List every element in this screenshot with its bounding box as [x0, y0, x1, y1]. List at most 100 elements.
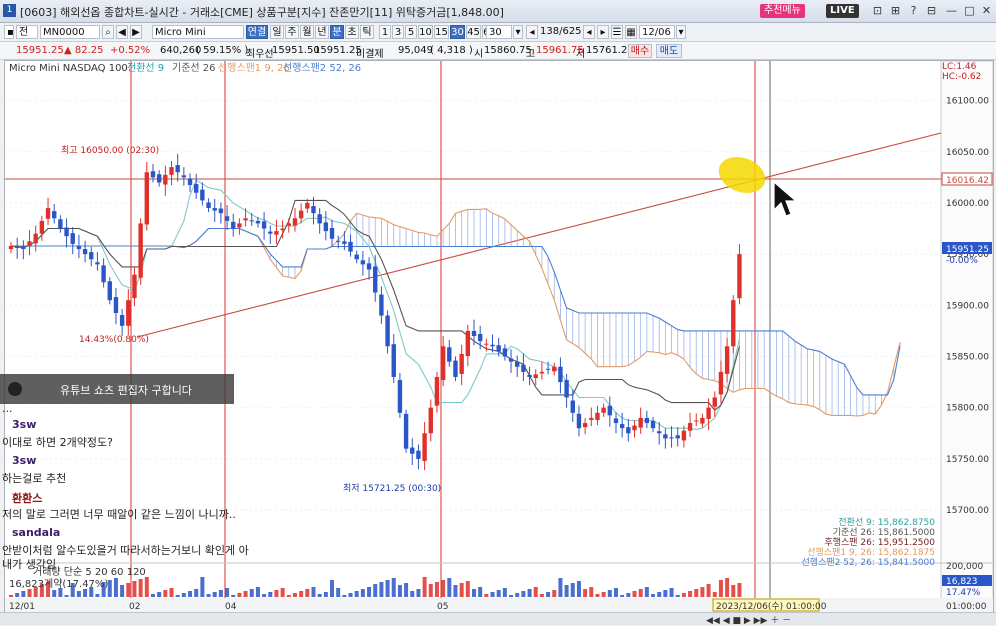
- candle-body: [657, 431, 662, 434]
- toolbar: ▪ 전 MN0000 ⌕ ◀ ▶ Micro Mini NASDAQ 10 연결…: [0, 23, 996, 42]
- calendar-icon[interactable]: ▦: [625, 25, 637, 39]
- candle-body: [58, 219, 63, 229]
- volume-bar: [706, 584, 711, 597]
- recommend-menu-button[interactable]: 추천메뉴: [760, 4, 805, 18]
- scroll-controls-icon[interactable]: ◀◀ ◀ ■ ▶ ▶▶ ＋ －: [706, 613, 791, 626]
- legend-span1: 선행스팬1 9, 26: [218, 62, 290, 74]
- fast-prev-icon[interactable]: ◂: [526, 25, 538, 39]
- close-icon[interactable]: ✕: [979, 3, 994, 18]
- volume-bar: [576, 581, 581, 597]
- page-next-icon[interactable]: ▸: [597, 25, 609, 39]
- volume-bar: [632, 591, 637, 597]
- candle-body: [231, 221, 236, 229]
- price-chart[interactable]: 16100.0016050.0016000.0015950.0015900.00…: [5, 60, 994, 614]
- volume-bar: [225, 588, 230, 597]
- chat-user: sandala: [12, 526, 61, 539]
- prev-icon[interactable]: ◀: [116, 25, 128, 39]
- volume-bar: [200, 577, 205, 597]
- date-input[interactable]: 12/06: [639, 25, 675, 39]
- period-button-2[interactable]: 월: [300, 25, 314, 39]
- interval-button-1[interactable]: 1: [379, 25, 391, 39]
- candle-body: [14, 246, 20, 248]
- restore-icon[interactable]: ⊟: [924, 3, 939, 18]
- candle-body: [687, 423, 693, 431]
- page-prev-icon[interactable]: ◂: [583, 25, 595, 39]
- link-toggle[interactable]: 연결: [246, 25, 268, 39]
- volume-bar: [157, 592, 162, 597]
- volume-bar: [286, 595, 291, 597]
- candle-body: [329, 228, 335, 239]
- volume-bar: [354, 591, 359, 597]
- period-button-4[interactable]: 분: [330, 25, 344, 39]
- interval-button-5[interactable]: 5: [405, 25, 417, 39]
- candle-body: [576, 413, 582, 429]
- help-icon[interactable]: ?: [906, 3, 921, 18]
- volume-bar: [638, 589, 643, 597]
- settings-icon[interactable]: ☰: [611, 25, 623, 39]
- volume-bar: [120, 585, 125, 597]
- volume-bar: [144, 577, 149, 597]
- volume-bar: [416, 589, 421, 597]
- count-input[interactable]: 30: [486, 25, 512, 39]
- volume-bar: [107, 580, 112, 597]
- period-button-5[interactable]: 초: [345, 25, 359, 39]
- volume-bar: [231, 595, 236, 597]
- period-button-6[interactable]: 틱: [360, 25, 374, 39]
- chart-panel[interactable]: 16100.00 16050.00 16000.00 15950.00 15900.00…: [4, 60, 994, 614]
- pin-icon[interactable]: ⊡: [870, 3, 885, 18]
- buy-button[interactable]: 매수: [628, 44, 652, 58]
- sell-button[interactable]: 매도: [656, 44, 682, 58]
- legend-tenkan: 전환선 9: [127, 62, 164, 74]
- interval-button-3[interactable]: 3: [392, 25, 404, 39]
- price-change: ▲ 82.25: [64, 45, 104, 56]
- volume-bar: [348, 593, 353, 597]
- lock-icon[interactable]: ▪: [4, 25, 14, 39]
- interval-button-45[interactable]: 45: [466, 25, 481, 39]
- candle-body: [187, 178, 193, 186]
- volume-bar: [391, 578, 396, 597]
- volume-bar: [533, 587, 538, 597]
- candle-body: [169, 167, 174, 175]
- interval-button-10[interactable]: 10: [418, 25, 433, 39]
- count-dropdown-icon[interactable]: ▾: [513, 25, 523, 39]
- period-button-0[interactable]: 일: [270, 25, 284, 39]
- val-kijun: 기준선 26: 15,861.5000: [833, 527, 936, 538]
- period-button-1[interactable]: 주: [285, 25, 299, 39]
- date-dropdown-icon[interactable]: ▾: [676, 25, 686, 39]
- next-icon[interactable]: ▶: [130, 25, 142, 39]
- candle-body: [508, 358, 514, 362]
- interval-button-30[interactable]: 30: [450, 25, 465, 39]
- candle-body: [249, 220, 254, 222]
- code-input[interactable]: MN0000: [40, 25, 100, 39]
- volume-bar: [459, 583, 464, 597]
- candle-body: [410, 447, 415, 454]
- candle-body: [434, 376, 440, 406]
- volume-bar: [712, 592, 717, 597]
- volume-bar: [478, 587, 483, 597]
- kind-select[interactable]: 전: [16, 25, 38, 39]
- search-icon[interactable]: ⌕: [102, 25, 114, 39]
- interval-button-15[interactable]: 15: [434, 25, 449, 39]
- candle-body: [95, 262, 100, 265]
- volume-bar: [527, 589, 532, 597]
- candle-body: [274, 231, 279, 235]
- chat-line: ...: [2, 402, 13, 415]
- page-indicator: 138/625: [540, 26, 582, 37]
- minimize-icon[interactable]: —: [944, 3, 959, 18]
- maximize-icon[interactable]: □: [962, 3, 977, 18]
- volume-bar: [255, 587, 260, 597]
- candle-body: [150, 171, 156, 178]
- link-icon[interactable]: ⊞: [888, 3, 903, 18]
- live-button[interactable]: LIVE: [826, 4, 859, 18]
- y-tick-label: 16100.00: [946, 97, 989, 107]
- volume-bar: [558, 578, 563, 597]
- y-tick-label: 15700.00: [946, 506, 989, 516]
- candle-body: [453, 360, 458, 377]
- volume-ratio: ( 59.15% ): [196, 45, 249, 56]
- val-span1: 선행스팬1 9, 26: 15,862.1875: [807, 546, 935, 558]
- chat-user: 3sw: [12, 454, 37, 467]
- pct-annotation: 14.43%(0.80%): [79, 335, 149, 345]
- volume-bar: [613, 588, 618, 597]
- candle-body: [477, 333, 483, 342]
- period-button-3[interactable]: 년: [315, 25, 329, 39]
